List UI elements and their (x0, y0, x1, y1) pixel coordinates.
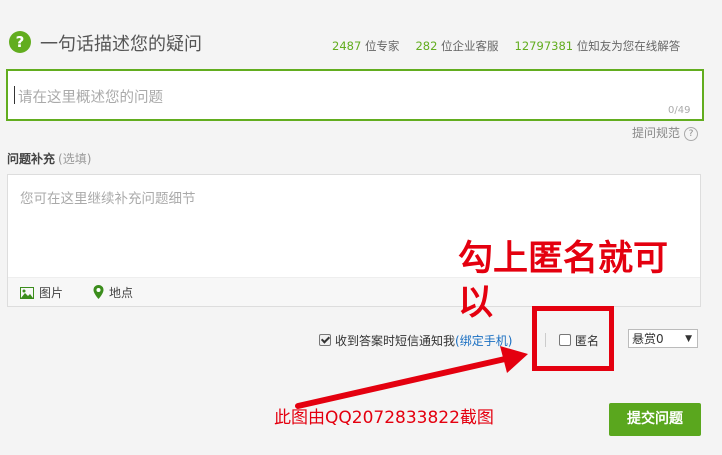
submit-question-button[interactable]: 提交问题 (609, 403, 701, 436)
annotation-credit: 此图由QQ2072833822截图 (274, 408, 494, 428)
annotation-arrow (295, 346, 528, 409)
